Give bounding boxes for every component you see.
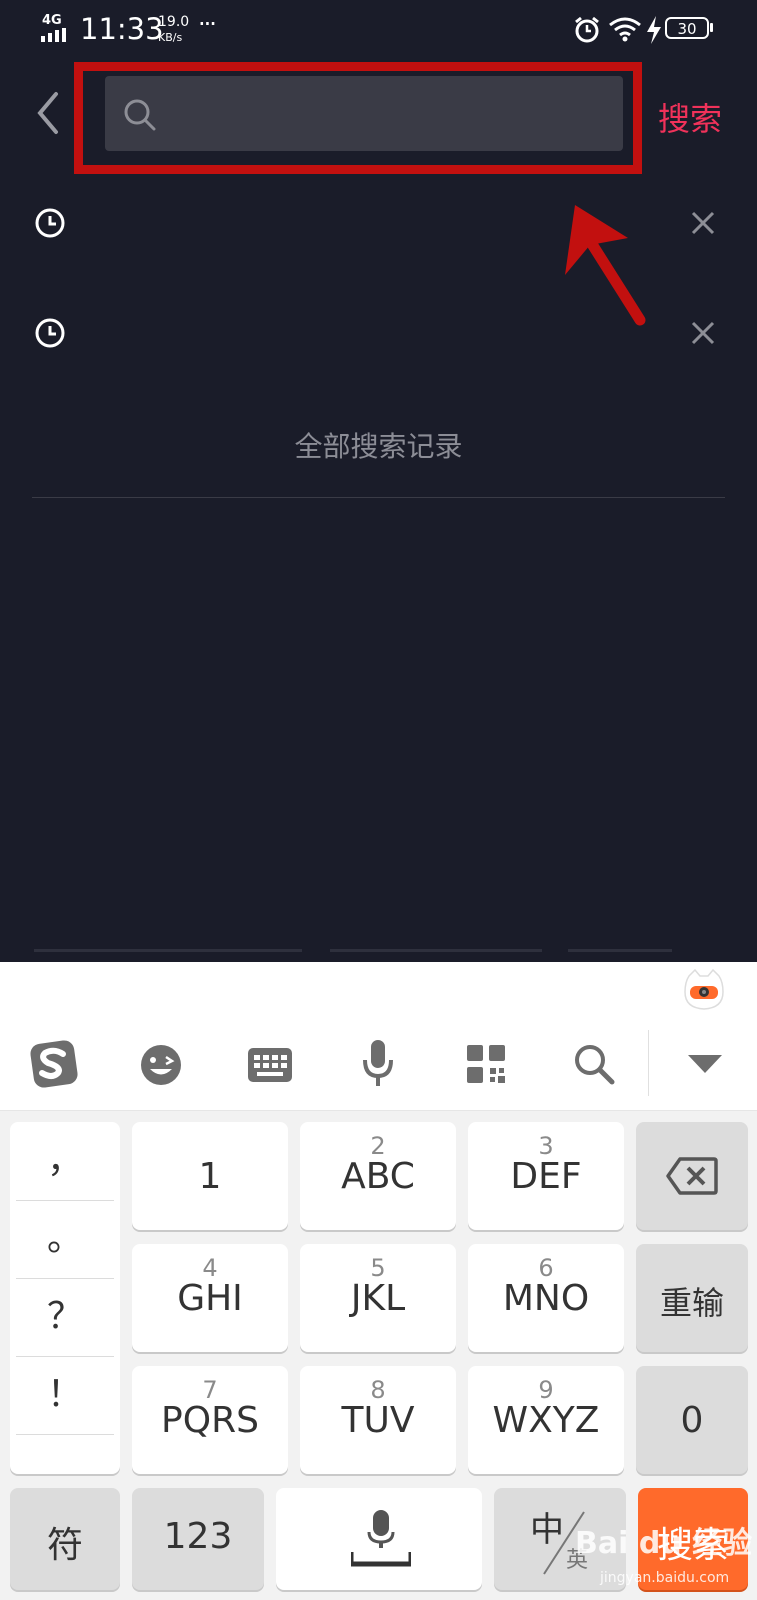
microphone-icon: [351, 1510, 411, 1567]
divider: [330, 949, 542, 952]
key-label: MNO: [502, 1278, 590, 1319]
delete-history-icon[interactable]: [688, 318, 718, 348]
key-label: GHI: [177, 1278, 243, 1319]
alarm-icon: [575, 16, 599, 43]
divider: [32, 497, 725, 498]
clock-history-icon: [35, 208, 65, 238]
collapse-down-icon[interactable]: [688, 1055, 722, 1075]
punctuation-question-key[interactable]: ？: [16, 1278, 114, 1357]
signal-icon: [41, 28, 66, 42]
key-label: JKL: [350, 1278, 406, 1319]
key-label: TUV: [341, 1400, 415, 1441]
keyboard-top-strip: [0, 962, 757, 1019]
key-label: 重输: [659, 1284, 724, 1322]
key-label: DEF: [510, 1156, 582, 1197]
status-bar: 4G 11:33 19.0 KB/s ··· 30: [0, 0, 757, 58]
keyboard-icon[interactable]: [248, 1048, 292, 1082]
history-item[interactable]: [0, 190, 757, 270]
charging-icon: [647, 16, 661, 44]
key-label: 1: [198, 1156, 222, 1197]
backspace-icon: [666, 1157, 718, 1195]
punctuation-exclaim-key[interactable]: ！: [16, 1356, 114, 1435]
key-9-wxyz[interactable]: 9 WXYZ: [468, 1366, 624, 1474]
emoji-icon[interactable]: [140, 1044, 182, 1086]
key-label: WXYZ: [492, 1400, 600, 1441]
divider: [34, 949, 302, 952]
grid-apps-icon[interactable]: [467, 1045, 505, 1083]
wifi-icon: [609, 17, 641, 42]
key-4-ghi[interactable]: 4 GHI: [132, 1244, 288, 1352]
battery-tip: [710, 23, 713, 32]
punctuation-period-key[interactable]: 。: [16, 1200, 114, 1279]
space-key[interactable]: [276, 1488, 482, 1590]
delete-history-icon[interactable]: [688, 208, 718, 238]
sogou-logo-icon[interactable]: [28, 1038, 80, 1090]
history-item[interactable]: [0, 300, 757, 380]
key-label: 0: [680, 1400, 704, 1441]
key-2-abc[interactable]: 2 ABC: [300, 1122, 456, 1230]
more-notifications-icon: ···: [198, 10, 217, 38]
key-3-def[interactable]: 3 DEF: [468, 1122, 624, 1230]
watermark-logo: Bai du 经验: [575, 1526, 753, 1561]
battery-level: 30: [677, 20, 697, 38]
zero-key[interactable]: 0: [636, 1366, 748, 1474]
key-5-jkl[interactable]: 5 JKL: [300, 1244, 456, 1352]
mascot-icon[interactable]: [683, 968, 725, 1012]
symbol-key[interactable]: 符: [10, 1488, 120, 1590]
divider: [648, 1030, 649, 1096]
search-button[interactable]: 搜索: [658, 94, 722, 140]
key-label: PQRS: [161, 1400, 259, 1441]
all-search-records-link[interactable]: 全部搜索记录: [0, 425, 757, 465]
network-type: 4G: [42, 13, 62, 28]
key-6-mno[interactable]: 6 MNO: [468, 1244, 624, 1352]
net-speed-value: 19.0: [158, 14, 190, 30]
key-8-tuv[interactable]: 8 TUV: [300, 1366, 456, 1474]
numeric-keyboard-key[interactable]: 123: [132, 1488, 264, 1590]
key-1[interactable]: 1: [132, 1122, 288, 1230]
highlight-box: [74, 62, 642, 174]
key-label: ABC: [341, 1156, 415, 1197]
search-icon[interactable]: [573, 1043, 615, 1085]
watermark-url: jingyan.baidu.com: [600, 1570, 730, 1586]
microphone-icon[interactable]: [362, 1040, 394, 1088]
key-label: 123: [163, 1516, 233, 1557]
punctuation-column: ， 。 ？ ！: [10, 1122, 120, 1474]
divider: [568, 949, 672, 952]
battery-icon: 30: [665, 17, 709, 39]
reinput-key[interactable]: 重输: [636, 1244, 748, 1352]
key-7-pqrs[interactable]: 7 PQRS: [132, 1366, 288, 1474]
backspace-key[interactable]: [636, 1122, 748, 1230]
clock-history-icon: [35, 318, 65, 348]
back-arrow-icon[interactable]: [30, 88, 70, 138]
punctuation-comma-key[interactable]: ，: [16, 1122, 114, 1201]
net-speed-unit: KB/s: [158, 31, 183, 44]
key-label: 符: [46, 1525, 83, 1566]
clock-time: 11:33: [80, 12, 164, 46]
